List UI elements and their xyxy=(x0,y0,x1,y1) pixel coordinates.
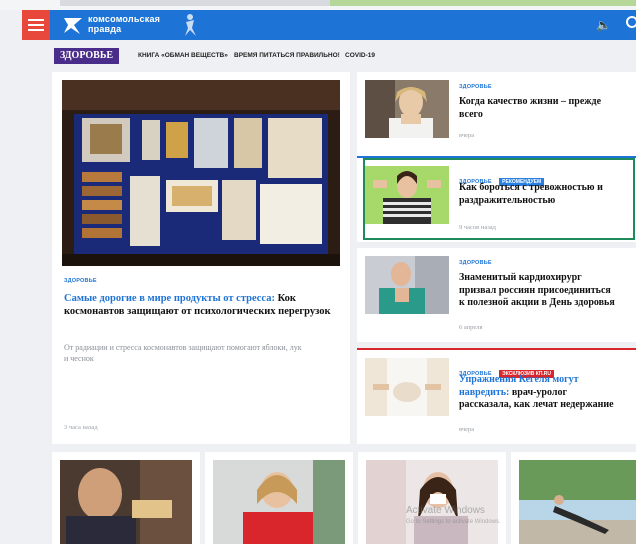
article-time: 6 апреля xyxy=(459,324,483,331)
main-article-title[interactable]: Самые дорогие в мире продукты от стресса… xyxy=(64,292,334,318)
side-article-card[interactable]: ЗДОРОВЬЕ ЭКСКЛЮЗИВ КП.RU Упражнения Кеге… xyxy=(357,348,636,444)
side-article-photo[interactable] xyxy=(365,166,449,224)
search-icon[interactable] xyxy=(626,16,636,28)
main-article-photo[interactable] xyxy=(62,80,340,266)
subnav-item-nutrition[interactable]: ВРЕМЯ ПИТАТЬСЯ ПРАВИЛЬНО! xyxy=(234,52,340,59)
bottom-article-card[interactable] xyxy=(205,452,353,544)
title-line: рассказала, как лечат недержание xyxy=(459,399,614,410)
bottom-article-photo[interactable] xyxy=(366,460,498,544)
menu-button[interactable] xyxy=(22,10,50,40)
side-article-card[interactable]: ЗДОРОВЬЕ Знаменитый кардиохирург призвал… xyxy=(357,248,636,342)
title-line: всего xyxy=(459,108,483,120)
site-logo[interactable]: комсомольская правда xyxy=(88,14,160,34)
stressed-woman-image xyxy=(365,166,449,224)
article-time: вчера xyxy=(459,426,475,433)
article-time: 3 часа назад xyxy=(64,424,98,431)
article-tag[interactable]: ЗДОРОВЬЕ xyxy=(64,278,97,284)
bottom-article-photo[interactable] xyxy=(519,460,636,544)
bottom-article-photo[interactable] xyxy=(60,460,192,544)
title-lead: Самые дорогие в мире продукты от стресса… xyxy=(64,293,275,304)
woman-headache-image xyxy=(213,460,345,544)
subnav-item-book[interactable]: КНИГА «ОБМАН ВЕЩЕСТВ» xyxy=(138,52,228,59)
menu-icon xyxy=(28,19,44,21)
browser-top-strip xyxy=(0,0,636,10)
side-article-photo[interactable] xyxy=(365,358,449,416)
logo-star-icon[interactable] xyxy=(62,14,84,36)
woman-exercising-image xyxy=(519,460,636,544)
tab-bar-gray xyxy=(60,0,330,6)
title-line: Как бороться с тревожностью и xyxy=(459,182,603,193)
title-line: к полезной акции в День здоровья xyxy=(459,297,615,308)
bottom-article-card[interactable] xyxy=(511,452,636,544)
bottom-article-card[interactable] xyxy=(52,452,200,544)
woman-belly-image xyxy=(365,358,449,416)
main-article-card[interactable]: ЗДОРОВЬЕ Самые дорогие в мире продукты о… xyxy=(52,72,350,444)
menu-icon-bar xyxy=(28,29,44,31)
article-time: вчера xyxy=(459,132,475,139)
title-lead: навредить: xyxy=(459,386,510,398)
rubric-title[interactable]: ЗДОРОВЬЕ xyxy=(54,48,120,64)
tab-bar-green xyxy=(330,0,636,6)
side-article-title[interactable]: Когда качество жизни – прежде всего xyxy=(459,96,636,121)
article-tag[interactable]: ЗДОРОВЬЕ xyxy=(459,260,492,266)
logo-line1: комсомольская xyxy=(88,14,161,24)
title-line: Знаменитый кардиохирург xyxy=(459,272,582,283)
woman-portrait-image xyxy=(365,80,449,138)
woman-sneezing-image xyxy=(366,460,498,544)
article-time: 9 часов назад xyxy=(459,224,496,231)
side-article-card-active[interactable]: ЗДОРОВЬЕ РЕКОМЕНДУЕМ Как бороться с трев… xyxy=(357,156,636,242)
title-line: Когда качество жизни – прежде xyxy=(459,96,602,107)
windows-activation-hint: Go to Settings to activate Windows. xyxy=(406,519,501,525)
side-article-photo[interactable] xyxy=(365,256,449,314)
title-line: призвал россиян присоединиться xyxy=(459,284,611,296)
title-line: Упражнения Кегеля могут xyxy=(459,374,579,385)
man-eating-image xyxy=(60,460,192,544)
title-rest: врач-уролог xyxy=(509,386,568,398)
logo-line2: правда xyxy=(88,24,122,34)
side-article-title[interactable]: Как бороться с тревожностью и раздражите… xyxy=(459,182,636,207)
menu-icon-bar xyxy=(28,24,44,26)
side-article-photo[interactable] xyxy=(365,80,449,138)
sound-icon[interactable]: 🔈 xyxy=(596,18,611,32)
windows-activation-watermark: Activate Windows xyxy=(406,505,485,516)
main-article-lead: От радиации и стресса космонавтов защища… xyxy=(64,343,302,363)
side-article-card[interactable]: ЗДОРОВЬЕ Когда качество жизни – прежде в… xyxy=(357,72,636,158)
side-article-title[interactable]: Знаменитый кардиохирург призвал россиян … xyxy=(459,272,636,310)
article-tag[interactable]: ЗДОРОВЬЕ xyxy=(459,84,492,90)
logo-figure-icon xyxy=(185,14,196,36)
subnav-item-covid[interactable]: COVID-19 xyxy=(345,52,375,59)
bottom-article-card[interactable] xyxy=(358,452,506,544)
bottom-article-photo[interactable] xyxy=(213,460,345,544)
space-food-display-image xyxy=(62,80,340,266)
side-article-title[interactable]: Упражнения Кегеля могут навредить: врач-… xyxy=(459,374,636,412)
doctor-image xyxy=(365,256,449,314)
title-line: раздражительностью xyxy=(459,194,556,206)
